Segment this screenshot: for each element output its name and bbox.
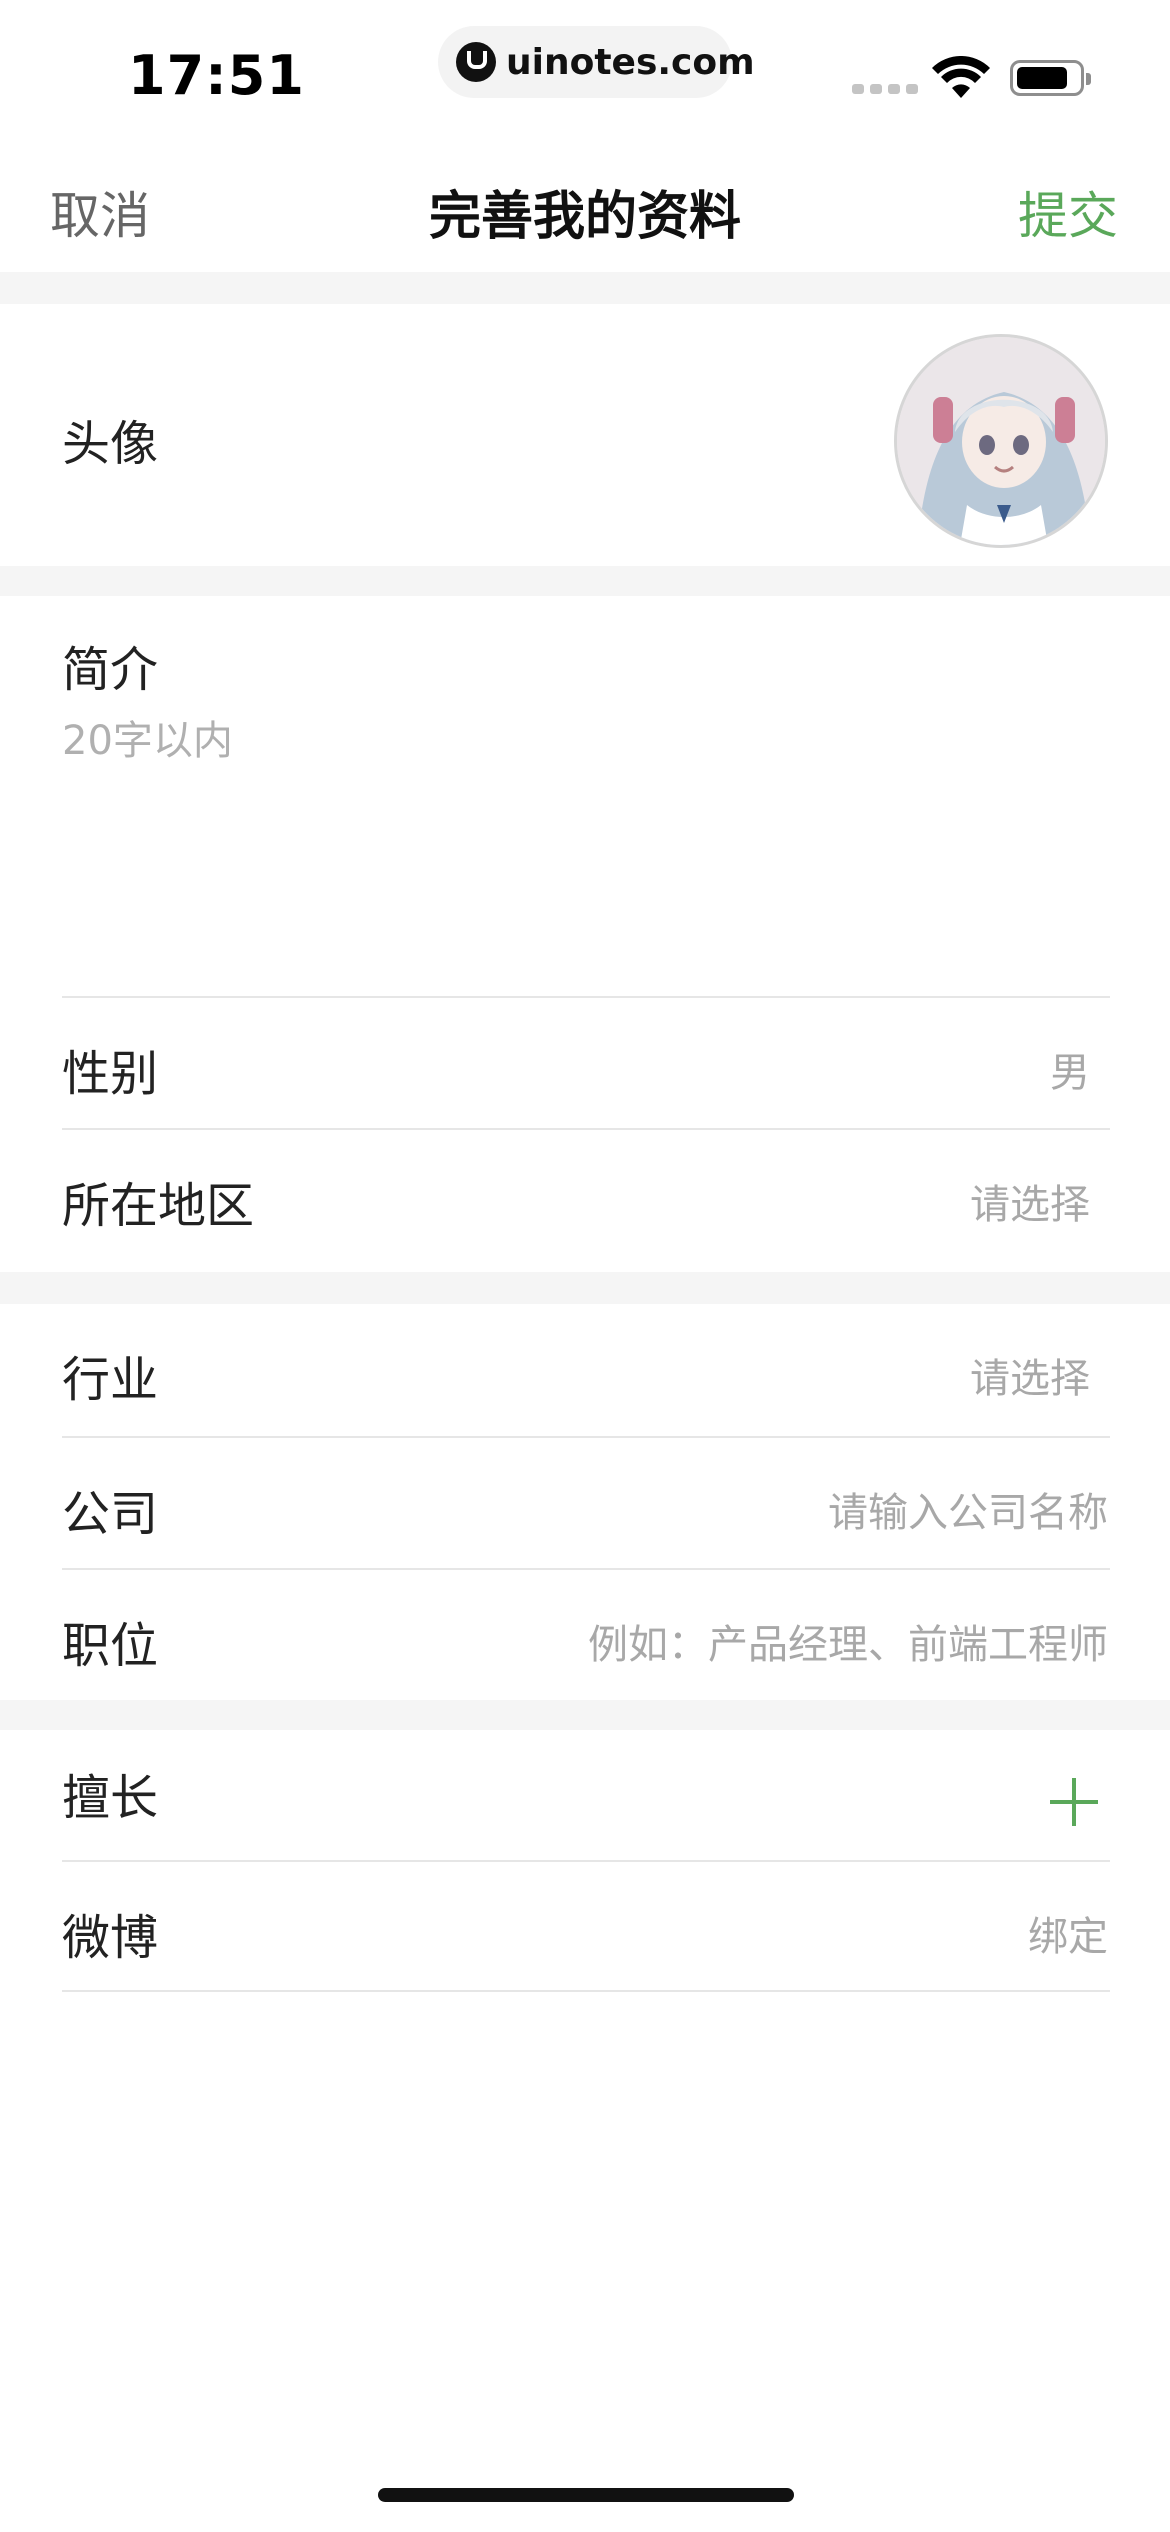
page-title: 完善我的资料 bbox=[428, 187, 741, 247]
expertise-row[interactable]: 擅长 bbox=[62, 1730, 1110, 1860]
industry-row[interactable]: 行业 请选择 bbox=[62, 1304, 1110, 1436]
status-time: 17:51 bbox=[128, 44, 305, 107]
cancel-button[interactable]: 取消 bbox=[50, 176, 150, 248]
company-label: 公司 bbox=[62, 1486, 159, 1542]
section-divider bbox=[0, 1272, 1170, 1304]
avatar[interactable] bbox=[894, 334, 1108, 548]
url-pill[interactable]: uinotes.com bbox=[438, 26, 755, 98]
status-bar: 17:51 uinotes.com bbox=[0, 0, 1170, 140]
gender-label: 性别 bbox=[62, 1046, 159, 1102]
region-label: 所在地区 bbox=[62, 1178, 255, 1234]
section-divider bbox=[0, 1700, 1170, 1730]
bio-section: 简介 20字以内 性别 男 所在地区 请选择 bbox=[0, 596, 1170, 1272]
position-row[interactable]: 职位 例如：产品经理、前端工程师 bbox=[62, 1568, 1110, 1700]
submit-button[interactable]: 提交 bbox=[1018, 176, 1118, 248]
bio-label: 简介 bbox=[62, 642, 159, 698]
weibo-bind-value: 绑定 bbox=[1028, 1914, 1108, 1960]
avatar-label: 头像 bbox=[62, 416, 159, 472]
extra-section: 擅长 微博 绑定 bbox=[0, 1730, 1170, 1996]
company-input[interactable]: 请输入公司名称 bbox=[828, 1480, 1108, 1538]
plus-icon[interactable] bbox=[1050, 1778, 1098, 1826]
home-indicator[interactable] bbox=[378, 2488, 794, 2502]
position-label: 职位 bbox=[62, 1618, 159, 1674]
gender-value: 男 bbox=[1050, 1050, 1090, 1096]
battery-icon bbox=[1010, 60, 1091, 96]
expertise-label: 擅长 bbox=[62, 1770, 159, 1826]
avatar-row[interactable]: 头像 bbox=[0, 304, 1170, 566]
position-input[interactable]: 例如：产品经理、前端工程师 bbox=[588, 1612, 1108, 1670]
section-divider bbox=[0, 566, 1170, 596]
work-section: 行业 请选择 公司 请输入公司名称 职位 例如：产品经理、前端工程师 bbox=[0, 1304, 1170, 1700]
region-value: 请选择 bbox=[970, 1182, 1090, 1228]
site-logo-icon bbox=[456, 42, 496, 82]
company-row[interactable]: 公司 请输入公司名称 bbox=[62, 1436, 1110, 1568]
weibo-row[interactable]: 微博 绑定 bbox=[62, 1860, 1110, 1992]
bio-input[interactable]: 20字以内 bbox=[62, 708, 233, 766]
region-row[interactable]: 所在地区 请选择 bbox=[62, 1128, 1110, 1260]
industry-value: 请选择 bbox=[970, 1356, 1090, 1402]
gender-row[interactable]: 性别 男 bbox=[62, 996, 1110, 1128]
section-divider bbox=[0, 272, 1170, 304]
nav-bar: 取消 完善我的资料 提交 bbox=[0, 140, 1170, 272]
industry-label: 行业 bbox=[62, 1352, 159, 1408]
url-text: uinotes.com bbox=[506, 41, 755, 83]
avatar-image bbox=[897, 337, 1105, 545]
cellular-signal-icon bbox=[852, 84, 918, 94]
weibo-label: 微博 bbox=[62, 1910, 159, 1966]
wifi-icon bbox=[932, 56, 990, 98]
